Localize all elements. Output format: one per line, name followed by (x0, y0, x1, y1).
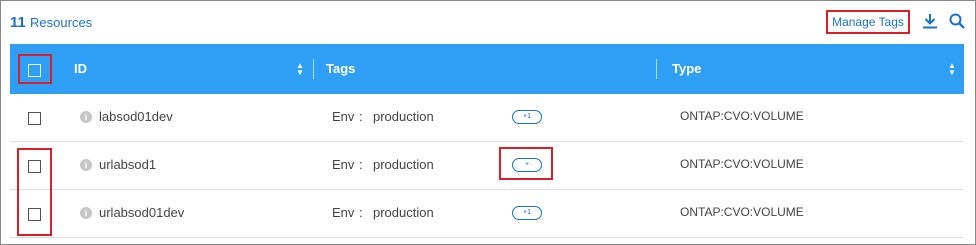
info-icon[interactable]: i (80, 207, 92, 219)
resource-count-number: 11 (10, 14, 26, 31)
resource-count-label: Resources (30, 15, 93, 30)
manage-tags-label: Manage Tags (832, 15, 904, 29)
download-icon[interactable] (921, 12, 939, 30)
table-row[interactable]: i urlabsod01dev Env : production +1 ONTA… (10, 190, 964, 238)
more-tags-button[interactable]: +1 (512, 206, 542, 220)
manage-tags-button[interactable]: Manage Tags (826, 10, 910, 34)
tag-value: production (373, 205, 434, 220)
resource-count: 11 Resources (10, 14, 92, 31)
row-checkbox[interactable] (28, 112, 41, 125)
resources-table: ID ▲ ▼ Tags Type ▲ ▼ i labsod01dev Env : p… (10, 44, 964, 238)
info-icon[interactable]: i (80, 159, 92, 171)
tag-separator: : (359, 157, 363, 172)
sort-type-icon[interactable]: ▲ ▼ (948, 62, 956, 77)
resource-id: urlabsod1 (99, 157, 157, 172)
column-divider (313, 59, 314, 79)
resource-id: urlabsod01dev (99, 205, 185, 220)
resource-type: ONTAP:CVO:VOLUME (680, 109, 804, 123)
tag-value: production (373, 157, 434, 172)
toolbar: 11 Resources Manage Tags (0, 0, 976, 44)
tag-separator: : (359, 109, 363, 124)
resource-id: labsod01dev (99, 109, 173, 124)
table-header: ID ▲ ▼ Tags Type ▲ ▼ (10, 44, 964, 94)
tag-key: Env (332, 157, 355, 172)
add-tag-button[interactable]: + (512, 158, 542, 172)
column-header-tags: Tags (326, 61, 356, 76)
tag-key: Env (332, 109, 355, 124)
more-tags-button[interactable]: +1 (512, 110, 542, 124)
search-icon[interactable] (948, 12, 966, 30)
highlight-row-checkboxes (17, 148, 52, 236)
info-icon[interactable]: i (80, 111, 92, 123)
tag-key: Env (332, 205, 355, 220)
sort-id-icon[interactable]: ▲ ▼ (296, 62, 304, 77)
column-header-type[interactable]: Type (672, 44, 701, 94)
table-row[interactable]: i urlabsod1 Env : production + ONTAP:CVO… (10, 142, 964, 190)
resource-type: ONTAP:CVO:VOLUME (680, 205, 804, 219)
column-header-id[interactable]: ID (74, 44, 87, 94)
tag-separator: : (359, 205, 363, 220)
select-all-checkbox[interactable] (28, 64, 41, 77)
table-row[interactable]: i labsod01dev Env : production +1 ONTAP:… (10, 94, 964, 142)
column-divider (656, 59, 657, 79)
tag-value: production (373, 109, 434, 124)
resource-type: ONTAP:CVO:VOLUME (680, 157, 804, 171)
